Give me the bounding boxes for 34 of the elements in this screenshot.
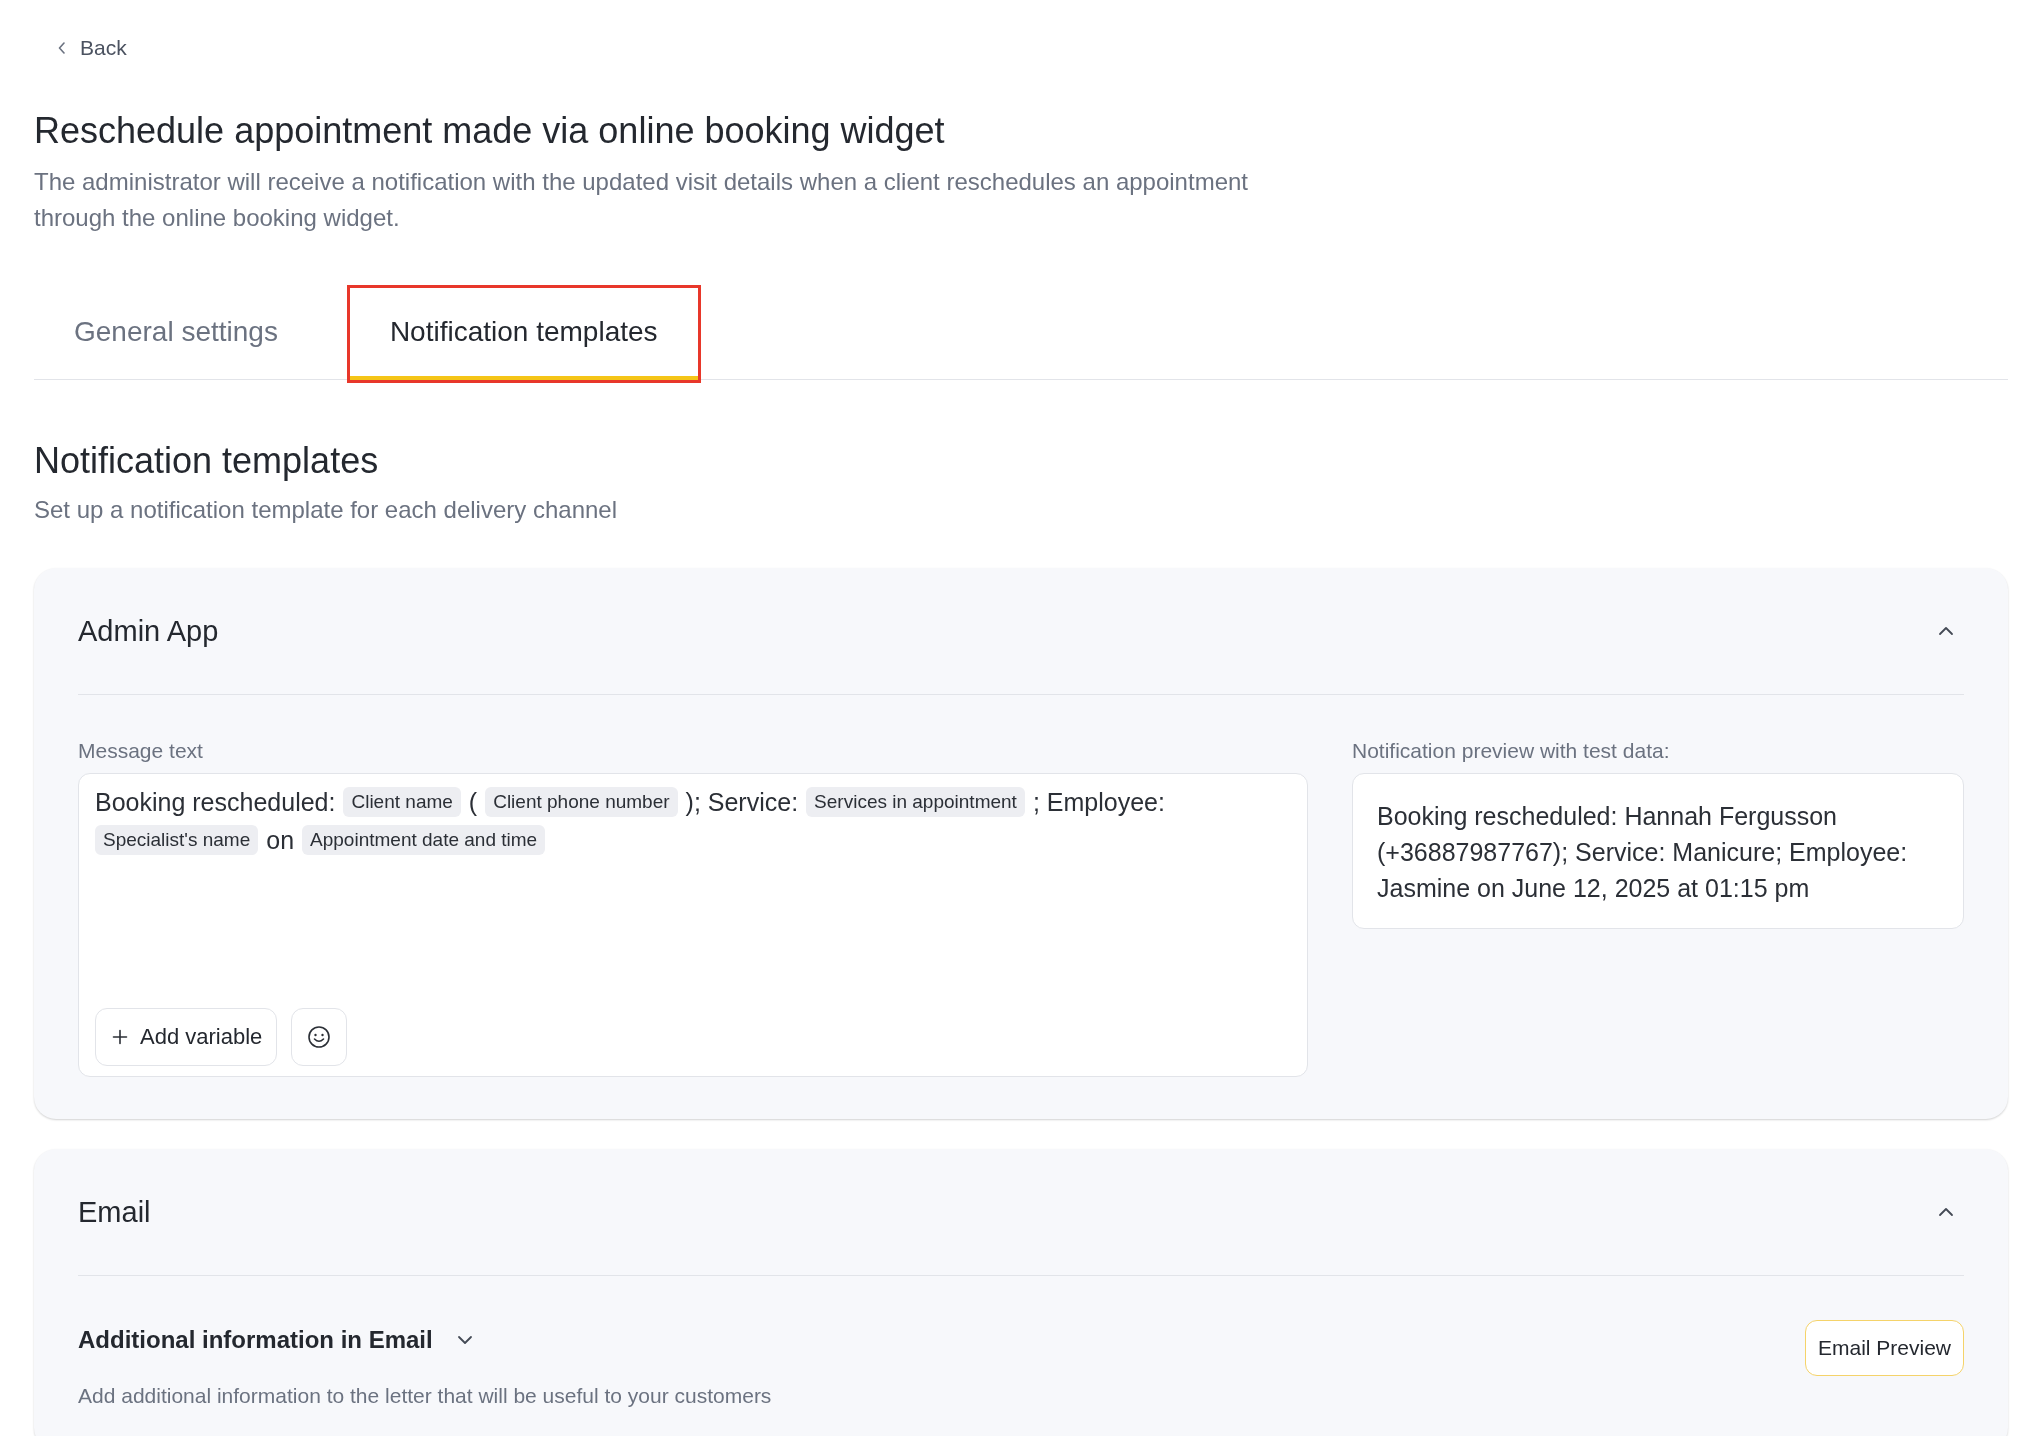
chevron-down-icon[interactable] — [456, 1334, 473, 1346]
chevron-up-icon[interactable] — [1938, 1206, 1954, 1218]
smiley-icon — [307, 1025, 332, 1049]
variable-tag: Client phone number — [485, 787, 678, 817]
subsection-title: Additional information in Email — [78, 1326, 433, 1354]
section-title: Notification templates — [34, 440, 380, 482]
subsection-description: Add additional information to the letter that will be useful to your customers — [78, 1384, 772, 1408]
tab[interactable]: Notification templates — [349, 288, 698, 380]
variable-tag: Client name — [343, 787, 461, 817]
plus-icon — [112, 1029, 128, 1045]
page-title: Reschedule appointment made via online booking widget — [34, 110, 946, 152]
variable-tag: Appointment date and time — [302, 825, 546, 855]
page-description: The administrator will receive a notification with the updated visit details when a client reschedules an appointment through the online booking widget. — [34, 167, 1249, 233]
card-title: Email — [78, 1195, 151, 1229]
message-text: ( — [468, 787, 478, 818]
message-text: on — [266, 825, 295, 856]
emoji-button[interactable] — [291, 1008, 348, 1066]
message-text: Booking rescheduled: — [95, 787, 336, 818]
message-editor[interactable]: Booking rescheduled: Client name ( Client phone number ); Service: Services in appointment ; Employee: Specialist's name on Appointment date and time Add variable — [78, 773, 1308, 1077]
tab[interactable]: General settings — [34, 288, 318, 380]
message-text: ); Service: — [685, 787, 799, 818]
preview-text: Booking rescheduled: Hannah Fergusson (+36887987767); Service: Manicure; Employee: Jasmine on June 12, 2025 at 01:15 pm — [1377, 801, 1909, 904]
field-label: Notification preview with test data: — [1352, 739, 1671, 763]
chevron-left-icon — [58, 42, 66, 54]
variable-tag: Specialist's name — [95, 825, 259, 855]
variable-tag: Services in appointment — [806, 787, 1025, 817]
chevron-up-icon[interactable] — [1938, 625, 1954, 637]
section-subtitle: Set up a notification template for each delivery channel — [34, 496, 619, 524]
back-link[interactable]: Back — [58, 36, 127, 60]
message-text: ; Employee: — [1032, 787, 1165, 818]
add-variable-button[interactable]: Add variable — [95, 1008, 278, 1066]
field-label: Message text — [78, 739, 204, 763]
email-preview-button[interactable]: Email Preview — [1804, 1320, 1964, 1376]
card-title: Admin App — [78, 614, 219, 648]
